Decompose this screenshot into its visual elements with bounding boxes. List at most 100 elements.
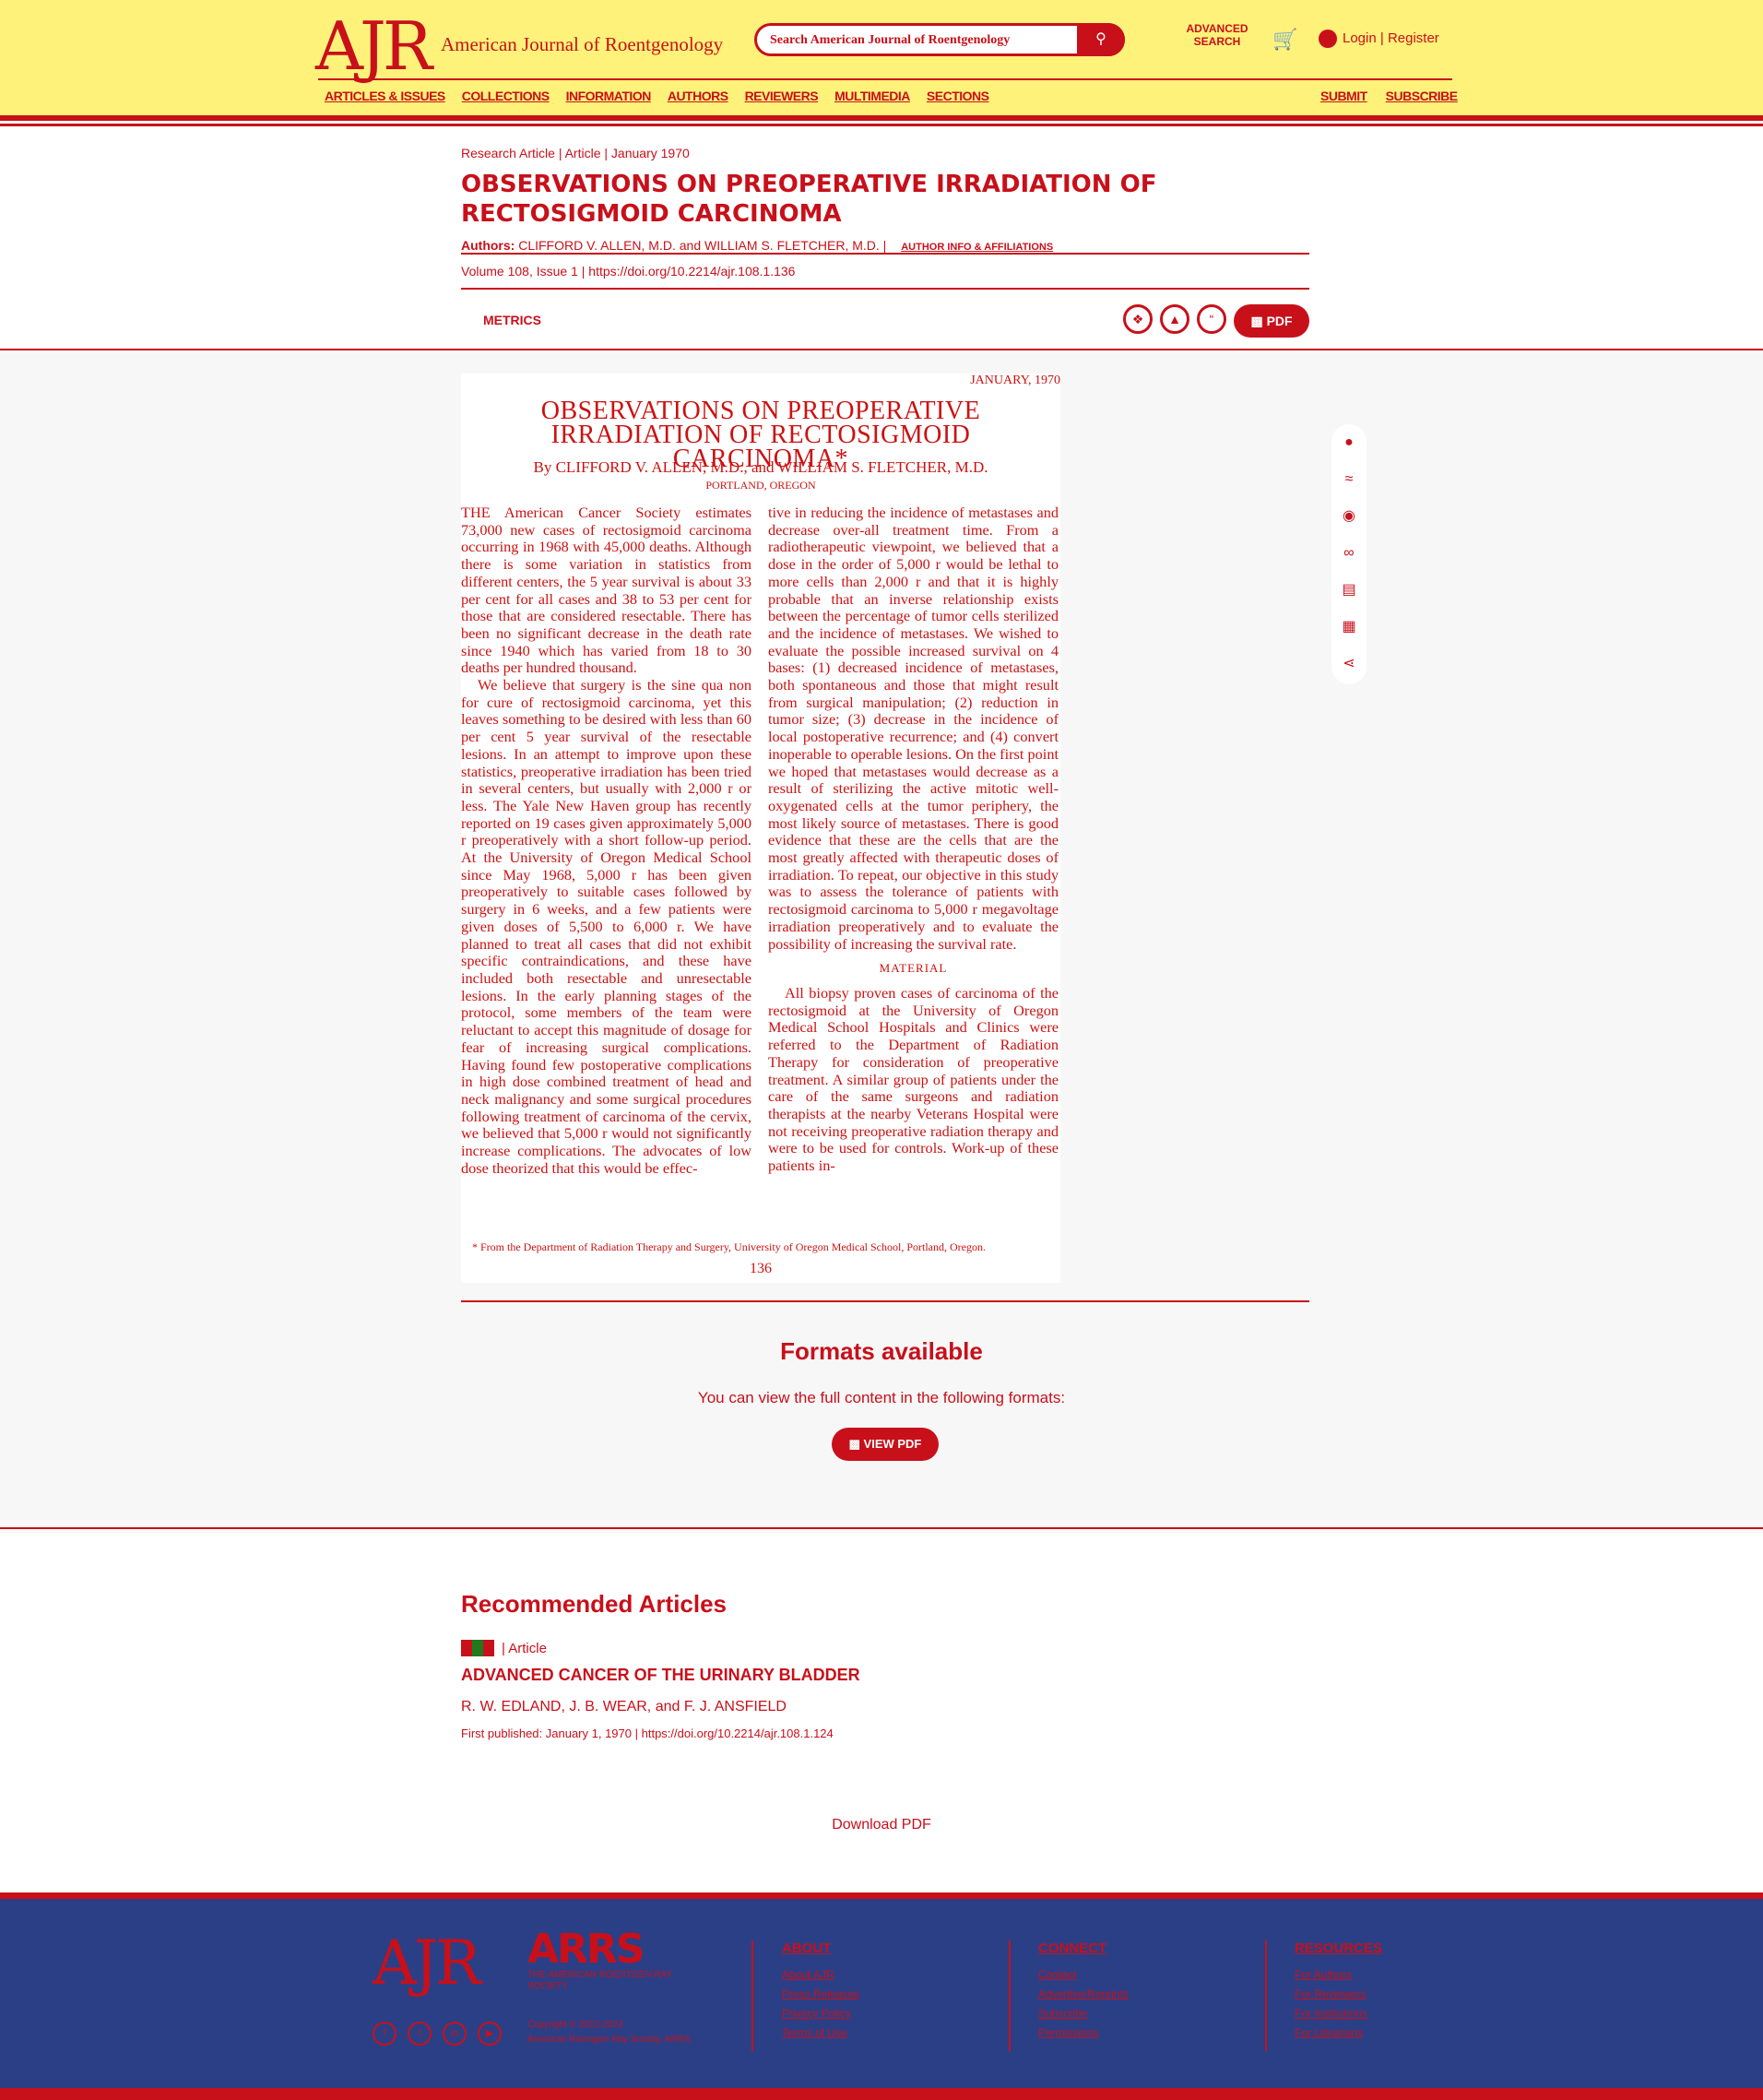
nav-multimedia[interactable]: MULTIMEDIA — [834, 89, 910, 103]
nav-submit[interactable]: SUBMIT — [1320, 89, 1367, 103]
nav-divider — [318, 78, 1452, 80]
footer-top-rule — [0, 1892, 1763, 1899]
permissions-side-icon[interactable]: ◉ — [1331, 498, 1367, 535]
references-icon[interactable]: ▤ — [1331, 572, 1367, 609]
divider — [461, 253, 1309, 255]
footer-link[interactable]: For Reviewers — [1295, 1985, 1382, 2004]
search-icon: ⚲ — [1095, 31, 1106, 47]
link-icon[interactable]: ∞ — [1331, 535, 1367, 572]
header-rule — [0, 115, 1763, 121]
header-rule-secondary — [0, 124, 1763, 126]
authors-names[interactable]: CLIFFORD V. ALLEN, M.D. and WILLIAM S. F… — [518, 238, 880, 253]
affiliations-link[interactable]: AUTHOR INFO & AFFILIATIONS — [901, 242, 1053, 253]
scan-paragraph: tive in reducing the incidence of metast… — [768, 504, 1059, 953]
cart-icon[interactable]: 🛒 — [1272, 28, 1297, 52]
secondary-nav: SUBMIT SUBSCRIBE — [1320, 89, 1458, 103]
recommended-doi-link[interactable]: https://doi.org/10.2214/ajr.108.1.124 — [642, 1726, 834, 1740]
formats-description: You can view the full content in the fol… — [697, 1389, 1066, 1406]
share-icon[interactable]: ⋖ — [1331, 646, 1367, 682]
footer-link[interactable]: For Librarians — [1295, 2023, 1382, 2043]
journal-name[interactable]: American Journal of Roentgenology — [441, 33, 723, 56]
footer-resources-heading: RESOURCES — [1295, 1940, 1383, 1956]
footer-link[interactable]: Permissions — [1038, 2023, 1129, 2043]
article-title: OBSERVATIONS ON PREOPERATIVE IRRADIATION… — [461, 171, 1157, 228]
pdf-button[interactable]: ▩ PDF — [1234, 304, 1309, 338]
doi-link[interactable]: https://doi.org/10.2214/ajr.108.1.136 — [588, 264, 795, 279]
recommended-article-title[interactable]: ADVANCED CANCER OF THE URINARY BLADDER — [461, 1666, 860, 1685]
footer-connect-heading: CONNECT — [1038, 1940, 1107, 1956]
footer-bottom-rule — [0, 2088, 1763, 2100]
footer-resources: RESOURCES For Authors For Reviewers For … — [1295, 1940, 1382, 2043]
footer-link[interactable]: For Institutions — [1295, 2004, 1382, 2023]
band-top-rule — [0, 349, 1763, 350]
side-toolbar: ● ≈ ◉ ∞ ▤ ▦ ⋖ — [1331, 424, 1367, 684]
recommended-type: | Article — [502, 1641, 547, 1656]
quote-icon[interactable]: “ — [1197, 304, 1226, 334]
scan-column-left: THE American Cancer Society estimates 73… — [461, 504, 751, 1177]
metrics-link[interactable]: METRICS — [483, 313, 541, 327]
export-citation-icon[interactable]: ❖ — [1123, 304, 1153, 334]
access-icon[interactable]: ● — [1331, 424, 1367, 461]
view-pdf-label: VIEW PDF — [863, 1437, 922, 1451]
volume-link[interactable]: Volume 108, Issue 1 — [461, 264, 578, 279]
login-link[interactable]: Login — [1343, 30, 1377, 46]
podcast-icon[interactable]: ▶ — [478, 2022, 502, 2046]
user-icon — [1319, 30, 1337, 48]
figures-icon[interactable]: ▦ — [1331, 609, 1367, 646]
scan-heading: MATERIAL — [879, 961, 948, 976]
recommended-heading: Recommended Articles — [461, 1590, 728, 1618]
search-input[interactable] — [770, 31, 1083, 50]
advanced-search-link[interactable]: ADVANCED SEARCH — [1180, 22, 1254, 48]
volume-issue: Volume 108, Issue 1 | https://doi.org/10… — [461, 264, 796, 279]
scan-paragraph: We believe that surgery is the sine qua … — [461, 676, 751, 1177]
scan-footnote: * From the Department of Radiation Thera… — [472, 1240, 986, 1253]
nav-information[interactable]: INFORMATION — [566, 89, 652, 103]
main-nav: ARTICLES & ISSUES COLLECTIONS INFORMATIO… — [325, 89, 989, 103]
footer-arrs-subtitle: THE AMERICAN ROENTGEN RAY SOCIETY — [527, 1970, 672, 1991]
scan-location: PORTLAND, OREGON — [705, 479, 816, 492]
permissions-icon[interactable]: ▲ — [1160, 304, 1189, 334]
footer-link[interactable]: Privacy Policy — [782, 2004, 859, 2023]
footer-link[interactable]: About AJR — [782, 1965, 859, 1985]
footer-arrs-logo[interactable]: ARRS — [527, 1929, 645, 1970]
view-pdf-button[interactable]: ▩ VIEW PDF — [832, 1428, 939, 1461]
metrics-icon[interactable]: ≈ — [1331, 461, 1367, 498]
register-link[interactable]: Register — [1388, 30, 1439, 46]
ajr-logo[interactable]: AJR — [315, 9, 432, 83]
footer-about-heading: ABOUT — [782, 1940, 832, 1956]
nav-authors[interactable]: AUTHORS — [668, 89, 728, 103]
nav-collections[interactable]: COLLECTIONS — [462, 89, 550, 103]
article-tools: ❖ ▲ “ — [1123, 304, 1226, 334]
account-links: Login | Register — [1319, 30, 1439, 48]
footer-link[interactable]: For Authors — [1295, 1965, 1382, 1985]
copyright: Copyright © 2012-2024 American Roentgen … — [527, 2020, 693, 2045]
twitter-icon[interactable]: t — [408, 2022, 432, 2046]
divider — [461, 1300, 1309, 1302]
footer-link[interactable]: Subscribe — [1038, 2004, 1129, 2023]
footer-link[interactable]: Contact — [1038, 1965, 1129, 1985]
footer-link[interactable]: Terms of Use — [782, 2023, 859, 2043]
footer-link[interactable]: Advertise/Reprints — [1038, 1985, 1129, 2004]
search-box: ⚲ — [754, 23, 1125, 56]
article-authors: Authors: CLIFFORD V. ALLEN, M.D. and WIL… — [461, 238, 1054, 253]
scan-date: JANUARY, 1970 — [970, 374, 1060, 387]
pdf-icon: ▩ — [1250, 314, 1267, 328]
article-thumbnail — [461, 1640, 494, 1656]
download-pdf-link[interactable]: Download PDF — [0, 1817, 1763, 1833]
search-button[interactable]: ⚲ — [1077, 23, 1125, 56]
nav-articles-issues[interactable]: ARTICLES & ISSUES — [325, 89, 445, 103]
footer-divider — [1009, 1940, 1011, 2051]
nav-subscribe[interactable]: SUBSCRIBE — [1386, 89, 1458, 103]
recommended-authors: R. W. EDLAND, J. B. WEAR, and F. J. ANSF… — [461, 1699, 787, 1714]
footer-link[interactable]: Press Releases — [782, 1985, 859, 2004]
linkedin-icon[interactable]: in — [443, 2022, 467, 2046]
footer-divider — [751, 1940, 753, 2051]
footer-ajr-logo[interactable]: AJR — [373, 1928, 481, 1999]
facebook-icon[interactable]: f — [373, 2022, 396, 2046]
nav-sections[interactable]: SECTIONS — [927, 89, 989, 103]
crumb-date: January 1970 — [610, 146, 690, 160]
nav-reviewers[interactable]: REVIEWERS — [745, 89, 819, 103]
scan-page-number: 136 — [750, 1261, 772, 1276]
scan-column-right: tive in reducing the incidence of metast… — [768, 504, 1059, 1175]
crumb-section[interactable]: Article — [565, 146, 601, 160]
